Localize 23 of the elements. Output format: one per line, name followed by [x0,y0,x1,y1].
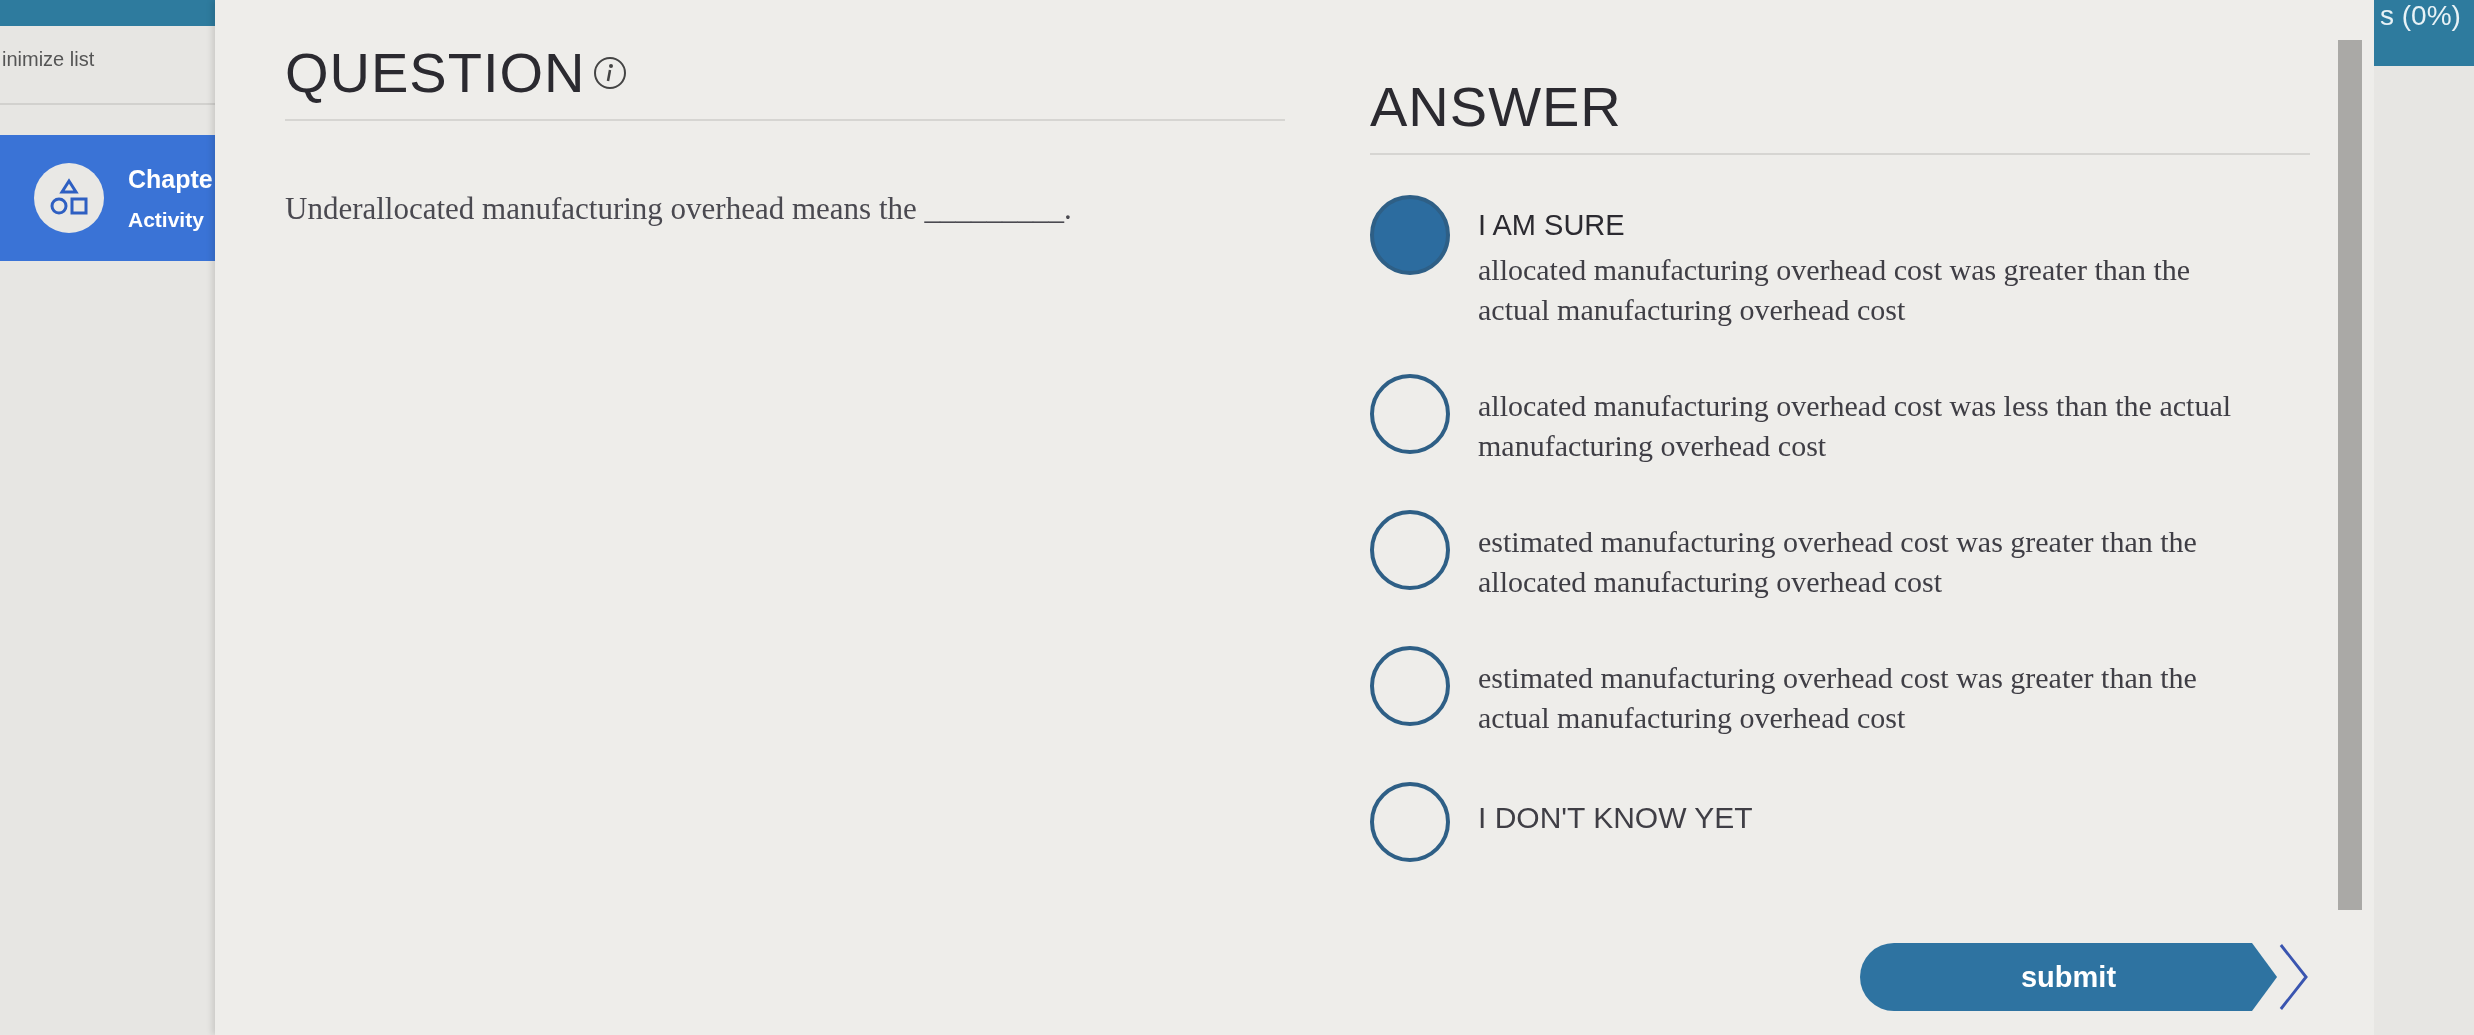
answer-option-text: estimated manufacturing overhead cost was greater than the actual manufacturing overhead cost [1478,660,2198,736]
answer-option-text: allocated manufacturing overhead cost was greater than the actual manufacturing overhead cost [1478,252,2192,328]
radio-button[interactable] [1370,510,1450,590]
radio-button[interactable] [1370,646,1450,726]
answer-heading: ANSWER [1370,74,1622,139]
radio-button[interactable] [1370,374,1450,454]
answer-option-text: I DON'T KNOW YET [1478,800,1753,836]
chevron-icon [2277,942,2310,1012]
answer-option-text: estimated manufacturing overhead cost was greater than the allocated manufacturing overhead cost [1478,524,2198,600]
answer-option-text: allocated manufacturing overhead cost was less than the actual manufacturing overhead cost [1478,388,2233,464]
scrollbar[interactable] [2338,40,2362,910]
radio-button[interactable] [1370,782,1450,862]
minimize-list-link[interactable]: inimize list [2,48,95,71]
question-prompt: Underallocated manufacturing overhead means the _________. [285,191,1073,227]
question-heading: QUESTION [285,40,586,105]
confidence-label: I AM SURE [1478,209,1626,242]
chapter-title: Chapte [128,164,213,194]
submit-button[interactable]: submit [1860,943,2278,1011]
info-icon[interactable] [593,55,628,90]
sidebar-item[interactable]: Chapte Activity [0,135,215,261]
activity-label: Activity [128,207,205,232]
shapes-icon [49,178,89,218]
progress-label: s (0%) [2374,0,2474,66]
